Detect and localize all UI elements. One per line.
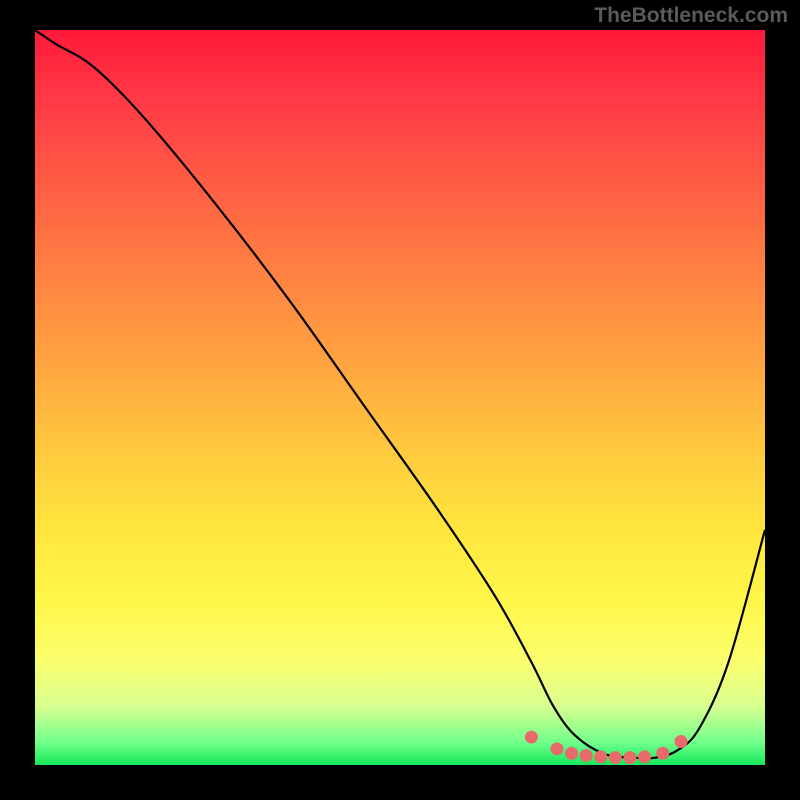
chart-marker-group	[525, 731, 688, 765]
chart-curve	[35, 30, 765, 758]
chart-marker	[675, 735, 688, 748]
chart-marker	[638, 750, 651, 763]
chart-marker	[656, 747, 669, 760]
chart-plot-area	[35, 30, 765, 765]
chart-marker	[550, 742, 563, 755]
chart-marker	[623, 751, 636, 764]
chart-svg	[35, 30, 765, 765]
chart-marker	[525, 731, 538, 744]
chart-marker	[580, 749, 593, 762]
chart-marker	[609, 751, 622, 764]
chart-marker	[565, 747, 578, 760]
watermark-text: TheBottleneck.com	[594, 4, 788, 28]
chart-marker	[594, 750, 607, 763]
